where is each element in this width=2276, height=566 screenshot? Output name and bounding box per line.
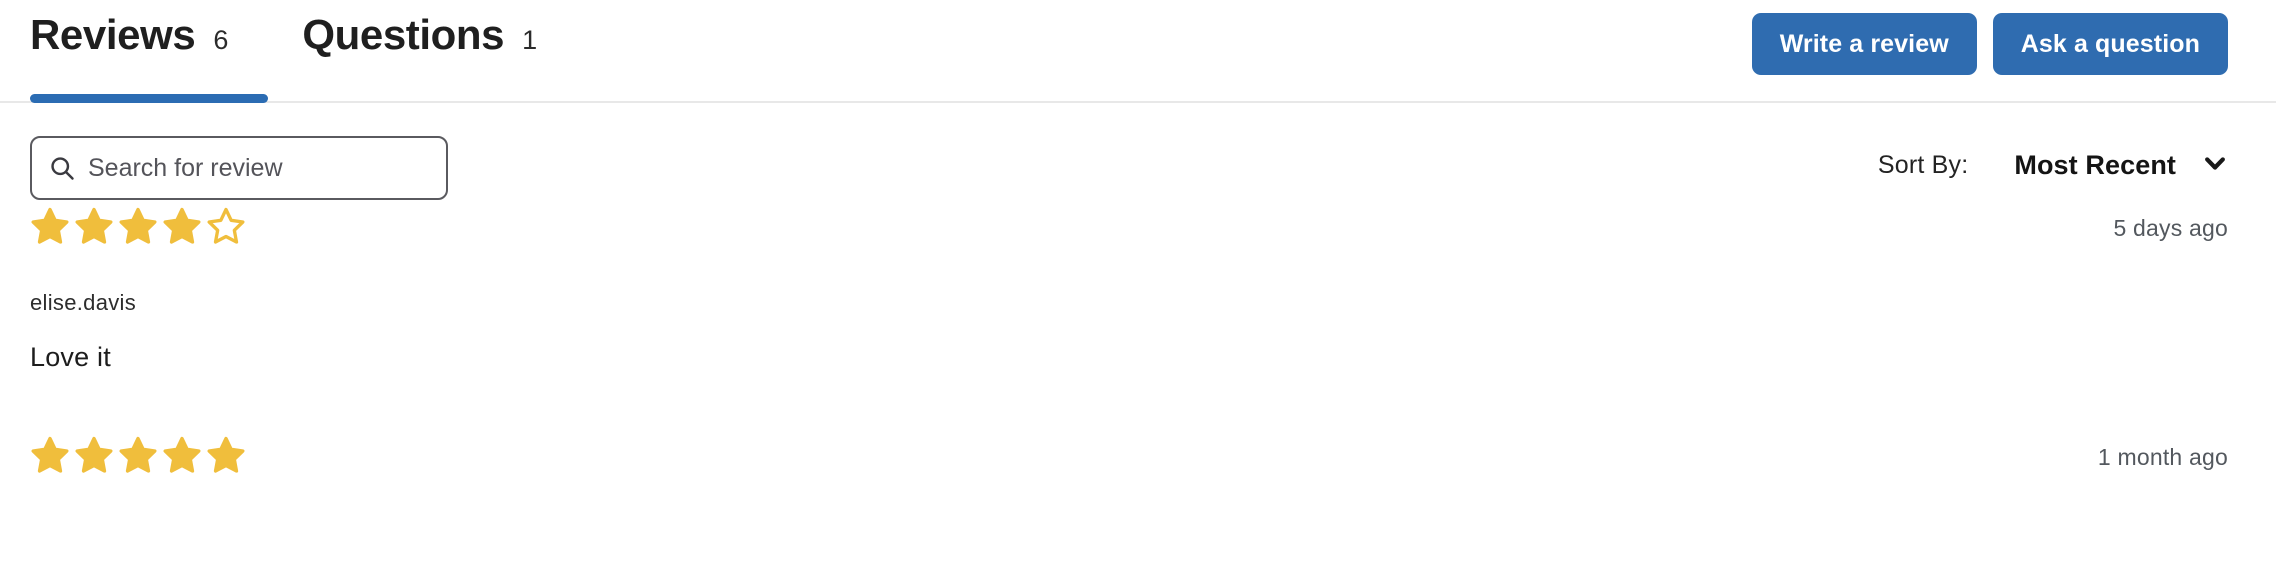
tabbar-divider bbox=[0, 101, 2276, 103]
active-tab-indicator bbox=[30, 94, 268, 103]
star-filled-icon bbox=[74, 206, 114, 251]
review-header: 5 days ago bbox=[30, 200, 2228, 256]
header-actions: Write a review Ask a question bbox=[1751, 13, 2228, 75]
star-empty-icon bbox=[206, 206, 246, 251]
review-author: elise.davis bbox=[30, 290, 137, 315]
search-icon bbox=[48, 154, 76, 182]
review-body: Love it bbox=[30, 342, 111, 372]
chevron-down-icon[interactable] bbox=[2198, 146, 2232, 185]
tab-questions-label: Questions bbox=[302, 11, 505, 58]
star-filled-icon bbox=[30, 435, 70, 480]
review-item: 1 month ago bbox=[0, 429, 2276, 485]
tab-questions-count: 1 bbox=[522, 25, 538, 55]
tab-list: Reviews 6 Questions 1 bbox=[30, 14, 537, 56]
star-rating bbox=[30, 435, 246, 480]
tab-reviews-count: 6 bbox=[213, 25, 229, 55]
star-filled-icon bbox=[206, 435, 246, 480]
search-input[interactable] bbox=[88, 153, 430, 183]
star-filled-icon bbox=[30, 206, 70, 251]
filter-row: Sort By: Most Recent bbox=[0, 104, 2276, 200]
tab-reviews[interactable]: Reviews 6 bbox=[30, 14, 228, 56]
review-separator bbox=[0, 373, 2276, 429]
star-filled-icon bbox=[162, 435, 202, 480]
review-timestamp: 5 days ago bbox=[2113, 214, 2228, 241]
star-rating bbox=[30, 206, 246, 251]
star-filled-icon bbox=[118, 435, 158, 480]
search-box[interactable] bbox=[30, 136, 448, 200]
review-list: 5 days ago elise.davis Love it 1 month a… bbox=[0, 200, 2276, 485]
sort-by-value: Most Recent bbox=[2014, 150, 2176, 180]
star-filled-icon bbox=[162, 206, 202, 251]
write-a-review-button[interactable]: Write a review bbox=[1751, 13, 1977, 75]
star-filled-icon bbox=[74, 435, 114, 480]
sort-by-control[interactable]: Sort By: Most Recent bbox=[1878, 146, 2232, 185]
review-item: 5 days ago elise.davis Love it bbox=[0, 200, 2276, 373]
sort-by-label: Sort By: bbox=[1877, 151, 1969, 179]
ask-a-question-button[interactable]: Ask a question bbox=[1992, 13, 2228, 75]
tab-questions[interactable]: Questions 1 bbox=[302, 14, 537, 56]
review-header: 1 month ago bbox=[30, 429, 2228, 485]
reviews-questions-tabbar: Reviews 6 Questions 1 Write a review Ask… bbox=[0, 0, 2276, 104]
review-timestamp: 1 month ago bbox=[2097, 443, 2228, 470]
star-filled-icon bbox=[118, 206, 158, 251]
tab-reviews-label: Reviews bbox=[30, 11, 196, 58]
